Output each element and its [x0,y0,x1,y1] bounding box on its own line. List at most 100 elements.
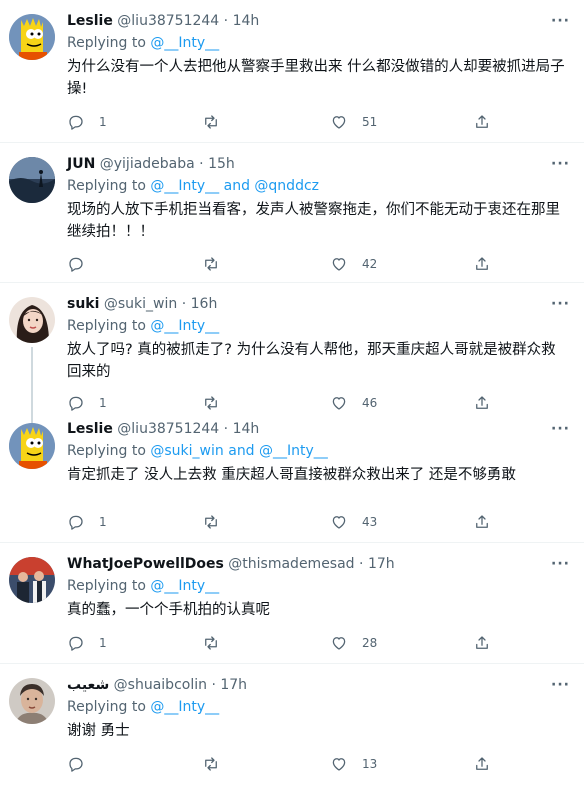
like-button[interactable]: 43 [330,512,377,532]
handle[interactable]: @suki_win [104,296,177,312]
replying-to: Replying to @__Inty__ and @qnddcz [67,176,570,197]
like-count: 51 [362,115,378,129]
share-button[interactable] [473,254,491,274]
timestamp[interactable]: 17h [368,556,395,572]
replying-to-label: Replying to [67,699,146,715]
tweet[interactable]: JUN @yijiadebaba · 15h ··· Replying to @… [0,143,584,283]
retweet-button[interactable] [202,254,234,274]
retweet-button[interactable] [202,754,234,774]
tweet-text: 放人了吗? 真的被抓走了? 为什么没有人帮他，那天重庆超人哥就是被群众救回来的 [67,342,556,380]
retweet-button[interactable] [202,512,234,532]
reply-button[interactable]: 1 [67,112,107,132]
heart-icon [330,755,348,773]
landscape-avatar[interactable] [9,157,55,203]
like-button[interactable]: 42 [330,254,377,274]
tweet[interactable]: شعيب @shuaibcolin · 17h ··· Replying to … [0,664,584,785]
handle[interactable]: @thismademesad [228,556,354,572]
like-count: 46 [362,396,378,410]
share-button[interactable] [473,512,491,532]
tweet[interactable]: suki @suki_win · 16h ··· Replying to @__… [0,283,584,421]
handle[interactable]: @shuaibcolin [114,677,207,693]
share-button[interactable] [473,633,491,653]
and-label: and [223,178,250,194]
share-icon [473,394,491,412]
share-button[interactable] [473,754,491,774]
timestamp[interactable]: 15h [208,156,235,172]
replying-to: Replying to @__Inty__ [67,576,570,597]
action-bar: 13 [67,754,497,774]
display-name[interactable]: WhatJoePowellDoes [67,556,224,572]
mention-link[interactable]: @__Inty__ [150,178,219,194]
reply-button[interactable] [67,254,99,274]
more-options-icon[interactable]: ··· [551,553,570,575]
more-options-icon[interactable]: ··· [551,418,570,440]
like-count: 43 [362,515,378,529]
like-count: 28 [362,636,378,650]
mention-link[interactable]: @__Inty__ [259,443,328,459]
reply-button[interactable]: 1 [67,393,107,413]
timestamp[interactable]: 14h [233,421,260,437]
share-icon [473,255,491,273]
tweet-text: 谢谢 勇士 [67,723,130,739]
display-name[interactable]: suki [67,296,99,312]
reply-count: 1 [99,515,107,529]
more-options-icon[interactable]: ··· [551,10,570,32]
share-icon [473,634,491,652]
like-button[interactable]: 51 [330,112,377,132]
reply-count: 1 [99,396,107,410]
replying-to: Replying to @__Inty__ [67,697,570,718]
timestamp[interactable]: 17h [220,677,247,693]
tweet[interactable]: Leslie @liu38751244 · 14h ··· Replying t… [0,0,584,143]
more-options-icon[interactable]: ··· [551,674,570,696]
handle[interactable]: @yijiadebaba [100,156,195,172]
reply-count: 1 [99,115,107,129]
man-portrait-avatar[interactable] [9,678,55,724]
reply-button[interactable]: 1 [67,512,107,532]
display-name[interactable]: Leslie [67,421,113,437]
bart-simpson-avatar[interactable] [9,423,55,469]
share-button[interactable] [473,393,491,413]
bart-simpson-avatar[interactable] [9,14,55,60]
retweet-button[interactable] [202,633,234,653]
timestamp[interactable]: 14h [233,13,260,29]
retweet-button[interactable] [202,393,234,413]
timestamp[interactable]: 16h [191,296,218,312]
mention-link[interactable]: @__Inty__ [150,35,219,51]
more-options-icon[interactable]: ··· [551,153,570,175]
retweet-icon [202,394,220,412]
like-button[interactable]: 13 [330,754,377,774]
action-bar: 1 43 [67,512,497,532]
share-button[interactable] [473,112,491,132]
tweet[interactable]: WhatJoePowellDoes @thismademesad · 17h ·… [0,543,584,664]
mention-link[interactable]: @__Inty__ [150,318,219,334]
reply-button[interactable] [67,754,99,774]
tweet[interactable]: Leslie @liu38751244 · 14h ··· Replying t… [0,421,584,543]
like-button[interactable]: 28 [330,633,377,653]
handle[interactable]: @liu38751244 [117,421,219,437]
like-count: 42 [362,257,378,271]
reply-button[interactable]: 1 [67,633,107,653]
separator-dot: · [211,677,216,693]
woman-portrait-avatar[interactable] [9,297,55,343]
display-name[interactable]: شعيب [67,677,109,693]
mention-link[interactable]: @__Inty__ [150,699,219,715]
tweet-text: 肯定抓走了 没人上去救 重庆超人哥直接被群众救出来了 还是不够勇敢 [67,467,516,483]
replying-to: Replying to @suki_win and @__Inty__ [67,441,570,462]
more-options-icon[interactable]: ··· [551,293,570,315]
heart-icon [330,255,348,273]
reply-count: 1 [99,636,107,650]
like-count: 13 [362,757,378,771]
action-bar: 1 28 [67,633,497,653]
retweet-button[interactable] [202,112,234,132]
like-button[interactable]: 46 [330,393,377,413]
display-name[interactable]: Leslie [67,13,113,29]
reply-icon [67,113,85,131]
tweet-text: 为什么没有一个人去把他从警察手里救出来 什么都没做错的人却要被抓进局子 操! [67,59,565,97]
mention-link[interactable]: @suki_win [150,443,223,459]
handle[interactable]: @liu38751244 [117,13,219,29]
mention-link[interactable]: @__Inty__ [150,578,219,594]
mention-link[interactable]: @qnddcz [254,178,319,194]
replying-to: Replying to @__Inty__ [67,33,570,54]
display-name[interactable]: JUN [67,156,95,172]
group-photo-avatar[interactable] [9,557,55,603]
